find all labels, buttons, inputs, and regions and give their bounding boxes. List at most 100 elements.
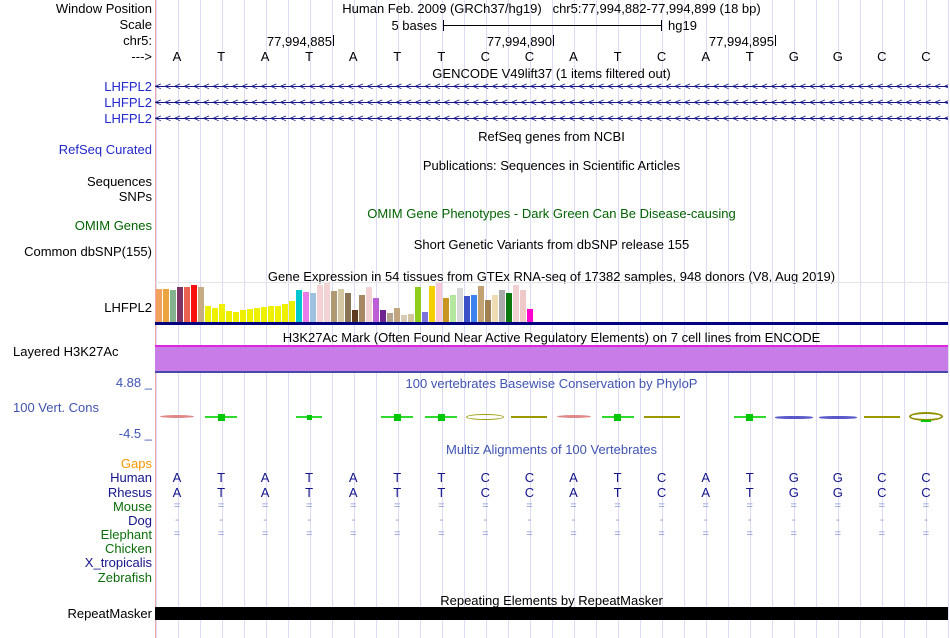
conservation-mark	[155, 408, 199, 426]
gene-label-lhfpl2-1[interactable]: LHFPL2	[0, 80, 152, 93]
track-label-gtex-lhfpl2[interactable]: LHFPL2	[0, 301, 152, 314]
multiz-cell: -	[747, 514, 752, 526]
gtex-bar[interactable]	[485, 300, 491, 323]
gene-label-lhfpl2-2[interactable]: LHFPL2	[0, 96, 152, 109]
gtex-bar[interactable]	[394, 308, 400, 323]
gtex-bar[interactable]	[373, 298, 379, 323]
multiz-cell: -	[307, 514, 311, 526]
gtex-bar[interactable]	[324, 283, 330, 323]
gtex-bar[interactable]	[261, 307, 267, 323]
conservation-mark-shape	[614, 413, 622, 421]
track-label-snps[interactable]: SNPs	[0, 190, 152, 203]
multiz-cell: -	[791, 514, 796, 526]
multiz-cell: C	[480, 470, 491, 485]
conservation-mark	[463, 408, 507, 426]
gtex-bar[interactable]	[478, 286, 484, 323]
gtex-bar[interactable]	[513, 285, 519, 323]
gene-label-lhfpl2-3[interactable]: LHFPL2	[0, 112, 152, 125]
repeatmasker-element-bar[interactable]	[155, 607, 948, 620]
gtex-bar[interactable]	[331, 291, 337, 323]
multiz-label-zebrafish[interactable]: Zebrafish	[0, 571, 152, 584]
gtex-bar[interactable]	[219, 304, 225, 323]
multiz-label-mouse[interactable]: Mouse	[0, 500, 152, 513]
gtex-bar[interactable]	[268, 306, 274, 323]
gtex-bar[interactable]	[247, 309, 253, 323]
gtex-expression-barchart[interactable]	[155, 282, 948, 323]
gene-model-lhfpl2-1[interactable]: <<<<<<<<<<<<<<<<<<<<<<<<<<<<<<<<<<<<<<<<…	[155, 81, 948, 93]
gtex-bar[interactable]	[254, 308, 260, 323]
track-label-sequences[interactable]: Sequences	[0, 175, 152, 188]
gtex-gene-model-line[interactable]	[155, 322, 948, 325]
multiz-label-x_tropicalis[interactable]: X_tropicalis	[0, 556, 152, 569]
gtex-bar[interactable]	[527, 309, 533, 323]
multiz-label-chicken[interactable]: Chicken	[0, 542, 152, 555]
conservation-mark-shape	[746, 413, 754, 421]
gtex-bar[interactable]	[457, 288, 463, 323]
gtex-bar[interactable]	[191, 285, 197, 323]
multiz-cell: A	[172, 485, 182, 500]
base-letter: T	[613, 49, 622, 64]
gtex-bar[interactable]	[366, 287, 372, 323]
gtex-bar[interactable]	[198, 287, 204, 323]
gene-model-lhfpl2-3[interactable]: <<<<<<<<<<<<<<<<<<<<<<<<<<<<<<<<<<<<<<<<…	[155, 113, 948, 125]
multiz-cell: A	[348, 485, 358, 500]
gtex-bar[interactable]	[443, 298, 449, 323]
gtex-bar[interactable]	[156, 289, 162, 323]
gtex-bar[interactable]	[464, 296, 470, 323]
multiz-cell: =	[746, 500, 753, 512]
multiz-cell: =	[790, 500, 797, 512]
gtex-bar[interactable]	[429, 286, 435, 323]
conservation-mark	[816, 408, 860, 426]
base-letter: T	[745, 49, 754, 64]
gtex-bar[interactable]	[275, 306, 281, 323]
gtex-bar[interactable]	[436, 283, 442, 323]
multiz-cell: =	[438, 528, 445, 540]
gtex-bar[interactable]	[282, 304, 288, 323]
gtex-bar[interactable]	[492, 295, 498, 323]
gtex-bar[interactable]	[338, 289, 344, 323]
gtex-bar[interactable]	[506, 293, 512, 323]
gtex-bar[interactable]	[415, 287, 421, 323]
multiz-cell: =	[922, 528, 930, 540]
multiz-label-human[interactable]: Human	[0, 471, 152, 484]
gtex-bar[interactable]	[359, 295, 365, 323]
multiz-label-dog[interactable]: Dog	[0, 514, 152, 527]
gene-model-lhfpl2-2[interactable]: <<<<<<<<<<<<<<<<<<<<<<<<<<<<<<<<<<<<<<<<…	[155, 97, 948, 109]
gtex-bar[interactable]	[450, 295, 456, 323]
multiz-label-gaps[interactable]: Gaps	[0, 457, 152, 470]
gtex-bar[interactable]	[212, 308, 218, 323]
track-label-conservation[interactable]: 100 Vert. Cons	[13, 401, 99, 414]
multiz-label-elephant[interactable]: Elephant	[0, 528, 152, 541]
gtex-bar[interactable]	[289, 301, 295, 323]
track-title-h3k27ac: H3K27Ac Mark (Often Found Near Active Re…	[282, 330, 821, 345]
gtex-bar[interactable]	[296, 290, 302, 323]
gtex-bar[interactable]	[184, 287, 190, 323]
track-label-h3k27ac[interactable]: Layered H3K27Ac	[13, 345, 119, 358]
track-label-repeatmasker[interactable]: RepeatMasker	[0, 607, 152, 620]
gtex-bar[interactable]	[310, 293, 316, 323]
gtex-bar[interactable]	[170, 290, 176, 323]
gtex-bar[interactable]	[303, 292, 309, 323]
genome-build-label: hg19	[668, 18, 697, 33]
gtex-bar[interactable]	[163, 289, 169, 323]
gtex-bar[interactable]	[471, 295, 477, 323]
base-letter: C	[877, 49, 887, 64]
gtex-bar[interactable]	[205, 306, 211, 323]
track-label-refseq-curated[interactable]: RefSeq Curated	[0, 143, 152, 156]
multiz-cell: T	[437, 485, 446, 500]
gtex-bar[interactable]	[499, 290, 505, 323]
gtex-bar[interactable]	[520, 290, 526, 323]
scale-bar-right-tick	[661, 20, 662, 31]
track-title-refseq: RefSeq genes from NCBI	[478, 129, 625, 144]
multiz-cell: =	[173, 528, 181, 540]
track-label-common-dbsnp[interactable]: Common dbSNP(155)	[0, 245, 152, 258]
gtex-bar[interactable]	[345, 293, 351, 323]
multiz-label-rhesus[interactable]: Rhesus	[0, 486, 152, 499]
h3k27ac-signal-bar[interactable]	[155, 345, 948, 373]
gtex-bar[interactable]	[177, 287, 183, 323]
multiz-cell: G	[788, 470, 799, 485]
base-letter: A	[260, 49, 270, 64]
multiz-cell: =	[482, 500, 489, 512]
gtex-bar[interactable]	[317, 285, 323, 323]
track-label-omim-genes[interactable]: OMIM Genes	[0, 219, 152, 232]
